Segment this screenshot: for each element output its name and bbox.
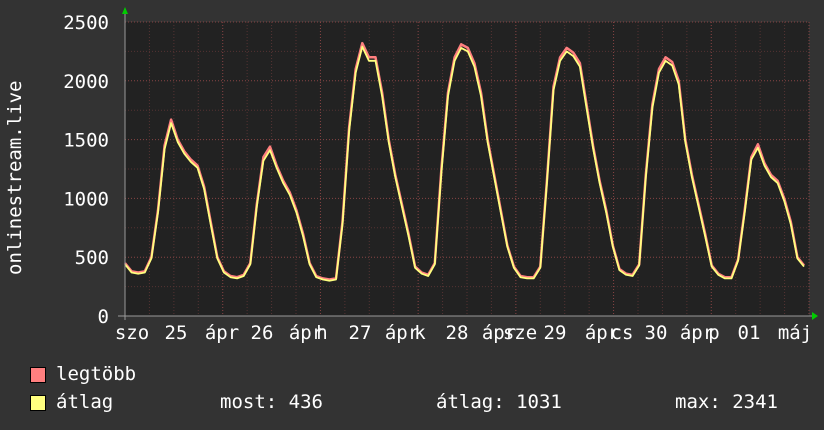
x-tick-label: k	[414, 322, 426, 344]
stat-most: most: 436	[220, 391, 323, 413]
y-axis-arrow	[122, 7, 128, 14]
x-tick-label: 26	[251, 322, 274, 344]
y-tick-label: 2000	[63, 71, 109, 93]
stat-atlag: átlag: 1031	[436, 391, 562, 413]
x-tick-label: 25	[165, 322, 188, 344]
x-tick-label: 29	[544, 322, 567, 344]
x-tick-label: 27	[349, 322, 372, 344]
legend-swatch-legtobb	[30, 366, 46, 383]
legend-swatch-atlag	[30, 394, 46, 411]
y-tick-label: 500	[75, 247, 109, 269]
legend-label-legtobb: legtöbb	[56, 363, 137, 385]
y-axis-label: onlinestream.live	[4, 80, 26, 275]
x-tick-label: p	[708, 322, 719, 344]
y-tick-label: 0	[98, 306, 109, 328]
legend-label-atlag: átlag	[56, 391, 114, 413]
y-tick-label: 1000	[63, 188, 109, 210]
legend-item-legtobb: legtöbb	[30, 363, 136, 385]
x-tick-label: cs	[611, 322, 634, 344]
stat-max: max: 2341	[675, 391, 778, 413]
x-tick-label: 01	[738, 322, 761, 344]
y-tick-label: 1500	[63, 130, 109, 152]
x-tick-label: szo	[115, 322, 149, 344]
x-tick-label: sze	[503, 322, 537, 344]
x-tick-label: máj	[778, 322, 812, 344]
x-tick-label: 30	[645, 322, 668, 344]
x-tick-label: 28	[446, 322, 469, 344]
x-tick-label: h	[316, 322, 327, 344]
x-tick-label: ápr	[205, 322, 239, 344]
y-tick-label: 2500	[63, 12, 109, 34]
x-axis-arrow	[812, 312, 818, 320]
legend-item-atlag: átlag	[30, 391, 113, 413]
